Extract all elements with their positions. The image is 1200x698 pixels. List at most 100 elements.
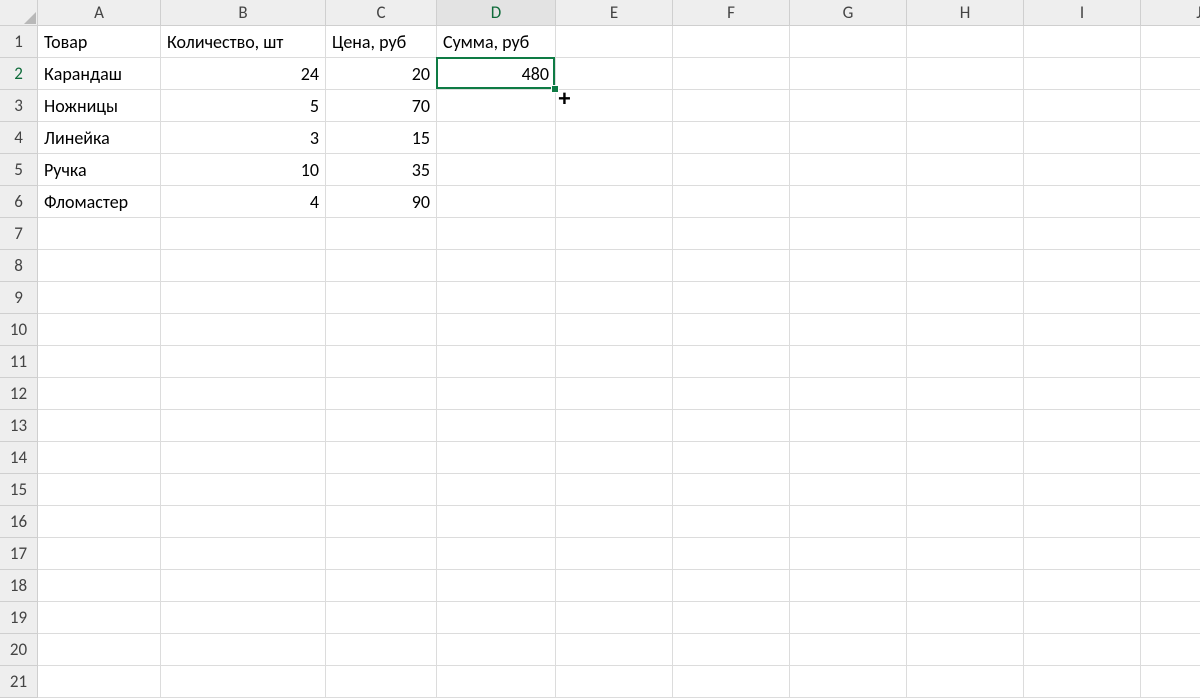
cell-B10[interactable] — [161, 314, 326, 346]
cell-H21[interactable] — [907, 666, 1024, 698]
cell-H9[interactable] — [907, 282, 1024, 314]
cell-D3[interactable] — [437, 90, 556, 122]
cell-D1[interactable]: Сумма, руб — [437, 26, 556, 58]
cell-H11[interactable] — [907, 346, 1024, 378]
cell-E10[interactable] — [556, 314, 673, 346]
cell-G19[interactable] — [790, 602, 907, 634]
cell-G18[interactable] — [790, 570, 907, 602]
column-header-J[interactable]: J — [1141, 0, 1200, 26]
cell-A21[interactable] — [38, 666, 161, 698]
cell-J11[interactable] — [1141, 346, 1200, 378]
cell-E20[interactable] — [556, 634, 673, 666]
cell-G9[interactable] — [790, 282, 907, 314]
cell-C7[interactable] — [326, 218, 437, 250]
cell-F15[interactable] — [673, 474, 790, 506]
cell-G2[interactable] — [790, 58, 907, 90]
cell-J1[interactable] — [1141, 26, 1200, 58]
cell-H17[interactable] — [907, 538, 1024, 570]
cell-H20[interactable] — [907, 634, 1024, 666]
cell-J5[interactable] — [1141, 154, 1200, 186]
cell-B15[interactable] — [161, 474, 326, 506]
cell-C5[interactable]: 35 — [326, 154, 437, 186]
row-header-21[interactable]: 21 — [0, 666, 38, 698]
cell-G21[interactable] — [790, 666, 907, 698]
cell-I4[interactable] — [1024, 122, 1141, 154]
cell-F11[interactable] — [673, 346, 790, 378]
cell-E21[interactable] — [556, 666, 673, 698]
cell-C12[interactable] — [326, 378, 437, 410]
cell-J19[interactable] — [1141, 602, 1200, 634]
cell-J7[interactable] — [1141, 218, 1200, 250]
cell-A7[interactable] — [38, 218, 161, 250]
spreadsheet-grid[interactable]: ABCDEFGHIJ1ТоварКоличество, штЦена, рубС… — [0, 0, 1200, 698]
cell-D16[interactable] — [437, 506, 556, 538]
cell-D12[interactable] — [437, 378, 556, 410]
cell-A10[interactable] — [38, 314, 161, 346]
row-header-14[interactable]: 14 — [0, 442, 38, 474]
cell-D21[interactable] — [437, 666, 556, 698]
cell-G12[interactable] — [790, 378, 907, 410]
cell-D10[interactable] — [437, 314, 556, 346]
cell-G15[interactable] — [790, 474, 907, 506]
cell-I11[interactable] — [1024, 346, 1141, 378]
cell-G13[interactable] — [790, 410, 907, 442]
cell-D15[interactable] — [437, 474, 556, 506]
cell-G6[interactable] — [790, 186, 907, 218]
cell-B2[interactable]: 24 — [161, 58, 326, 90]
column-header-E[interactable]: E — [556, 0, 673, 26]
row-header-20[interactable]: 20 — [0, 634, 38, 666]
cell-C19[interactable] — [326, 602, 437, 634]
cell-A18[interactable] — [38, 570, 161, 602]
cell-J8[interactable] — [1141, 250, 1200, 282]
cell-D5[interactable] — [437, 154, 556, 186]
cell-G17[interactable] — [790, 538, 907, 570]
row-header-13[interactable]: 13 — [0, 410, 38, 442]
cell-A16[interactable] — [38, 506, 161, 538]
row-header-18[interactable]: 18 — [0, 570, 38, 602]
cell-H2[interactable] — [907, 58, 1024, 90]
cell-F4[interactable] — [673, 122, 790, 154]
cell-G5[interactable] — [790, 154, 907, 186]
cell-H8[interactable] — [907, 250, 1024, 282]
row-header-6[interactable]: 6 — [0, 186, 38, 218]
row-header-1[interactable]: 1 — [0, 26, 38, 58]
cell-A8[interactable] — [38, 250, 161, 282]
cell-C6[interactable]: 90 — [326, 186, 437, 218]
cell-A12[interactable] — [38, 378, 161, 410]
cell-H14[interactable] — [907, 442, 1024, 474]
cell-C1[interactable]: Цена, руб — [326, 26, 437, 58]
cell-B21[interactable] — [161, 666, 326, 698]
cell-E19[interactable] — [556, 602, 673, 634]
cell-C2[interactable]: 20 — [326, 58, 437, 90]
cell-A13[interactable] — [38, 410, 161, 442]
cell-H10[interactable] — [907, 314, 1024, 346]
cell-B9[interactable] — [161, 282, 326, 314]
cell-H18[interactable] — [907, 570, 1024, 602]
column-header-I[interactable]: I — [1024, 0, 1141, 26]
cell-A11[interactable] — [38, 346, 161, 378]
cell-G7[interactable] — [790, 218, 907, 250]
column-header-D[interactable]: D — [437, 0, 556, 26]
cell-H1[interactable] — [907, 26, 1024, 58]
cell-F2[interactable] — [673, 58, 790, 90]
cell-G14[interactable] — [790, 442, 907, 474]
cell-F1[interactable] — [673, 26, 790, 58]
cell-H6[interactable] — [907, 186, 1024, 218]
cell-B17[interactable] — [161, 538, 326, 570]
cell-H7[interactable] — [907, 218, 1024, 250]
cell-E8[interactable] — [556, 250, 673, 282]
cell-G20[interactable] — [790, 634, 907, 666]
cell-E5[interactable] — [556, 154, 673, 186]
cell-G10[interactable] — [790, 314, 907, 346]
cell-C14[interactable] — [326, 442, 437, 474]
cell-H5[interactable] — [907, 154, 1024, 186]
select-all-corner[interactable] — [0, 0, 38, 26]
cell-A19[interactable] — [38, 602, 161, 634]
cell-C10[interactable] — [326, 314, 437, 346]
cell-J2[interactable] — [1141, 58, 1200, 90]
cell-J13[interactable] — [1141, 410, 1200, 442]
cell-B6[interactable]: 4 — [161, 186, 326, 218]
cell-C13[interactable] — [326, 410, 437, 442]
cell-A5[interactable]: Ручка — [38, 154, 161, 186]
cell-C20[interactable] — [326, 634, 437, 666]
